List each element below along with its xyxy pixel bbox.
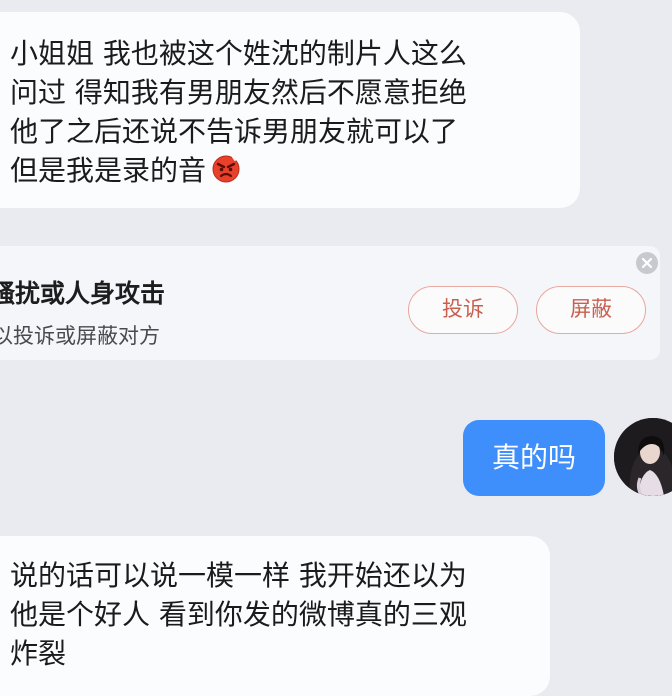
- message-line: 问过 得知我有男朋友然后不愿意拒绝: [10, 76, 467, 109]
- chat-screen: 小姐姐 我也被这个姓沈的制片人这么 问过 得知我有男朋友然后不愿意拒绝 他了之后…: [0, 0, 672, 696]
- user-avatar[interactable]: [614, 418, 672, 496]
- message-line: 他了之后还说不告诉男朋友就可以了: [10, 115, 459, 148]
- warning-subtitle: 以投诉或屏蔽对方: [0, 324, 160, 348]
- message-line: 炸裂: [10, 637, 67, 670]
- message-line: 他是个好人 看到你发的微博真的三观: [10, 598, 467, 631]
- message-line-text: 但是我是录的音: [10, 154, 207, 187]
- report-button[interactable]: 投诉: [408, 286, 518, 334]
- outgoing-message-bubble[interactable]: 真的吗: [463, 420, 605, 496]
- incoming-message-bubble[interactable]: 说的话可以说一模一样 我开始还以为 他是个好人 看到你发的微博真的三观 炸裂: [0, 536, 550, 696]
- angry-face-emoji-icon: [210, 152, 242, 184]
- block-button[interactable]: 屏蔽: [536, 286, 646, 334]
- incoming-message-bubble[interactable]: 小姐姐 我也被这个姓沈的制片人这么 问过 得知我有男朋友然后不愿意拒绝 他了之后…: [0, 12, 580, 208]
- close-icon[interactable]: [636, 252, 658, 274]
- message-last-line: 但是我是录的音: [10, 151, 580, 190]
- message-line: 说的话可以说一模一样 我开始还以为: [10, 559, 467, 592]
- harassment-warning-banner: 骚扰或人身攻击 以投诉或屏蔽对方 投诉 屏蔽: [0, 246, 660, 360]
- message-line: 小姐姐 我也被这个姓沈的制片人这么: [10, 37, 467, 70]
- warning-title: 骚扰或人身攻击: [0, 279, 166, 308]
